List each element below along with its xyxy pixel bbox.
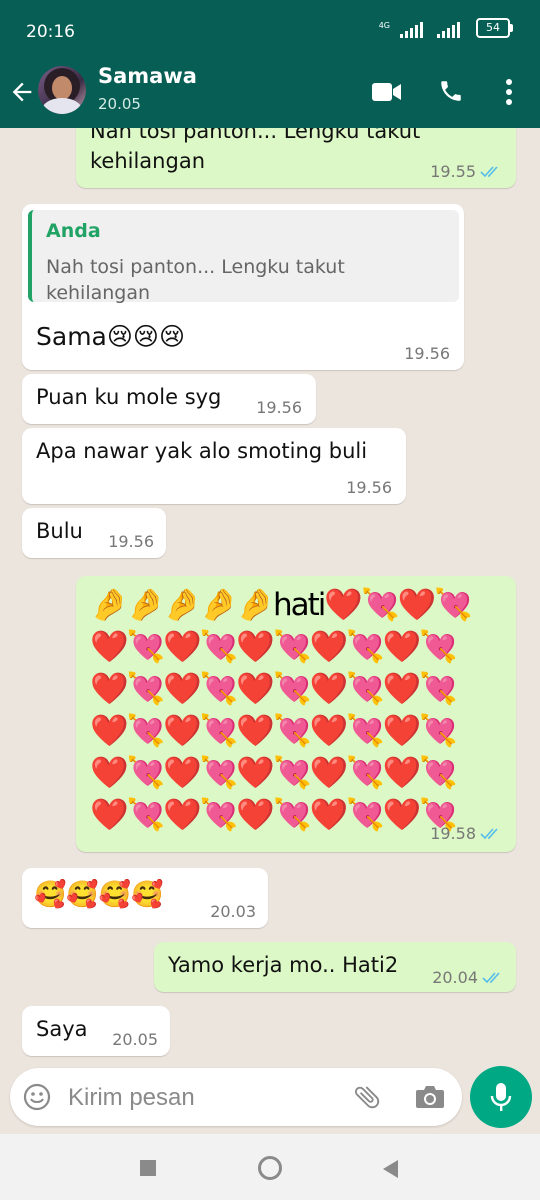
- back-nav-icon[interactable]: [380, 1158, 400, 1180]
- contact-name[interactable]: Samawa: [98, 64, 197, 88]
- message-meta: 20.04: [432, 968, 504, 987]
- double-check-icon: [480, 165, 498, 177]
- signal-icon-2: [437, 22, 460, 38]
- voice-call-icon[interactable]: [438, 78, 464, 104]
- message-time: 19.55: [430, 162, 476, 181]
- status-icons: 4G 54: [378, 18, 513, 38]
- message-text: Saya: [36, 1017, 88, 1041]
- double-check-icon: [482, 971, 500, 983]
- quoted-message[interactable]: Anda Nah tosi panton... Lengku takut keh…: [28, 210, 459, 304]
- message-text: Sama😢😢😢: [36, 322, 186, 351]
- message-meta: 19.56: [108, 532, 154, 551]
- message-meta: 19.58: [430, 824, 502, 843]
- message-time: 20.05: [112, 1030, 158, 1049]
- message-meta: 19.56: [404, 344, 450, 363]
- avatar-face: [52, 76, 72, 100]
- message-time: 19.56: [256, 398, 302, 417]
- avatar-shirt: [42, 98, 82, 114]
- message-outgoing[interactable]: Nah tosi panton... Lengku takut kehilang…: [76, 128, 516, 188]
- message-time: 19.56: [404, 344, 450, 363]
- more-options-icon[interactable]: [504, 78, 514, 106]
- message-incoming[interactable]: 🥰🥰🥰🥰 20.03: [22, 868, 268, 928]
- contact-avatar[interactable]: [38, 66, 86, 114]
- message-meta: 19.56: [256, 398, 302, 417]
- message-incoming[interactable]: Saya 20.05: [22, 1006, 170, 1056]
- chat-header: Samawa 20.05: [0, 60, 540, 128]
- system-nav-bar: [0, 1134, 540, 1200]
- signal-icon: [400, 22, 423, 38]
- message-outgoing[interactable]: Yamo kerja mo.. Hati2 20.04: [154, 942, 516, 992]
- recents-button[interactable]: [140, 1160, 156, 1176]
- message-meta: 20.03: [210, 902, 256, 921]
- mic-icon: [490, 1083, 512, 1111]
- message-text: Puan ku mole syg: [36, 385, 222, 409]
- message-composer: [10, 1068, 462, 1126]
- message-input[interactable]: [66, 1078, 340, 1118]
- chat-area[interactable]: Nah tosi panton... Lengku takut kehilang…: [0, 128, 540, 1060]
- message-incoming[interactable]: Puan ku mole syg 19.56: [22, 374, 316, 424]
- home-button[interactable]: [258, 1156, 282, 1180]
- message-text: Yamo kerja mo.. Hati2: [168, 953, 399, 977]
- last-seen: 20.05: [98, 95, 141, 113]
- message-time: 19.58: [430, 824, 476, 843]
- message-meta: 19.56: [346, 478, 392, 497]
- message-text: Apa nawar yak alo smoting buli: [36, 439, 368, 463]
- message-text: 🤌🤌🤌🤌🤌hati❤️💘❤️💘❤️💘❤️💘❤️💘❤️💘❤️💘❤️💘❤️💘❤️💘❤…: [90, 587, 473, 833]
- video-call-icon[interactable]: [372, 80, 402, 104]
- network-type: 4G: [378, 21, 390, 30]
- message-time: 19.56: [108, 532, 154, 551]
- message-meta: 20.05: [112, 1030, 158, 1049]
- message-outgoing[interactable]: 🤌🤌🤌🤌🤌hati❤️💘❤️💘❤️💘❤️💘❤️💘❤️💘❤️💘❤️💘❤️💘❤️💘❤…: [76, 576, 516, 852]
- quote-text: Nah tosi panton... Lengku takut kehilang…: [46, 256, 345, 304]
- quote-author: Anda: [46, 220, 101, 242]
- message-time: 20.04: [432, 968, 478, 987]
- battery-icon: 54: [476, 18, 513, 38]
- message-meta: 19.55: [430, 162, 502, 181]
- message-incoming[interactable]: Bulu 19.56: [22, 508, 166, 558]
- double-check-icon: [480, 827, 498, 839]
- mic-button[interactable]: [470, 1066, 532, 1128]
- status-time: 20:16: [26, 22, 75, 42]
- message-time: 20.03: [210, 902, 256, 921]
- message-text: 🥰🥰🥰🥰: [34, 880, 164, 910]
- attach-icon[interactable]: [352, 1082, 382, 1112]
- message-text: Bulu: [36, 519, 83, 543]
- back-arrow-icon[interactable]: [8, 78, 36, 106]
- message-incoming[interactable]: Anda Nah tosi panton... Lengku takut keh…: [22, 204, 464, 370]
- message-time: 19.56: [346, 478, 392, 497]
- message-incoming[interactable]: Apa nawar yak alo smoting buli 19.56: [22, 428, 406, 504]
- status-bar: 20:16 4G 54: [0, 0, 540, 60]
- camera-icon[interactable]: [414, 1082, 446, 1112]
- emoji-icon[interactable]: [22, 1082, 52, 1112]
